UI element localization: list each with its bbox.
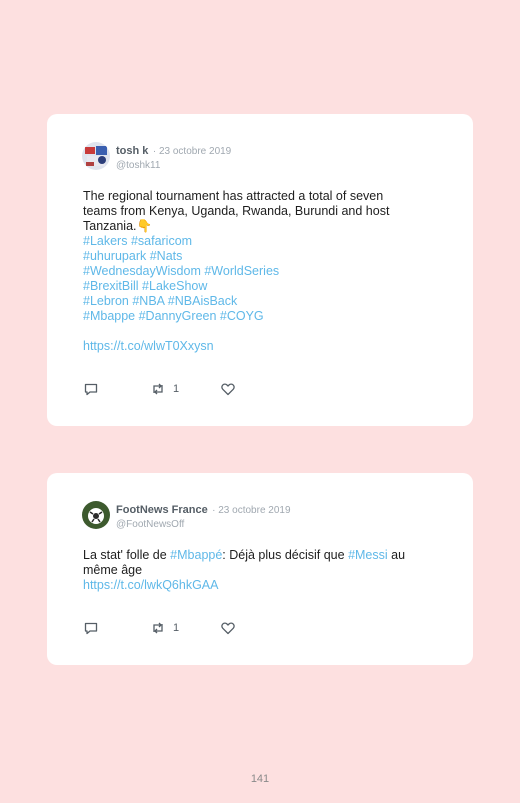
tweet-text-line: Tanzania.👇: [83, 219, 423, 234]
hashtag-mbappe[interactable]: #Mbappé: [170, 548, 222, 562]
hashtag-line[interactable]: #uhurupark #Nats: [83, 249, 423, 264]
hashtag-line[interactable]: #Lakers #safaricom: [83, 234, 423, 249]
tweet-actions: 1: [83, 381, 263, 397]
tweet-card[interactable]: FootNews France · 23 octobre 2019 @FootN…: [47, 473, 473, 665]
author-handle[interactable]: @FootNewsOff: [116, 518, 291, 531]
tweet-text-fragment: La stat' folle de: [83, 548, 171, 562]
tweet-text: The regional tournament has attracted a …: [83, 189, 423, 354]
retweet-count: 1: [173, 622, 180, 634]
reply-icon[interactable]: [83, 620, 99, 636]
hashtag-line[interactable]: #Mbappe #DannyGreen #COYG: [83, 309, 423, 324]
tweet-text-line: The regional tournament has attracted a …: [83, 189, 384, 203]
hashtag-messi[interactable]: #Messi: [348, 548, 388, 562]
tweet-actions: 1: [83, 620, 263, 636]
hashtag-line[interactable]: #WednesdayWisdom #WorldSeries: [83, 264, 423, 279]
retweet-icon[interactable]: [150, 620, 166, 636]
avatar[interactable]: [82, 142, 110, 170]
tweet-link[interactable]: https://t.co/wlwT0Xxysn: [83, 339, 423, 354]
tweet-text-line: teams from Kenya, Uganda, Rwanda, Burund…: [83, 204, 390, 218]
author-name[interactable]: FootNews France: [116, 504, 208, 516]
pointing-down-emoji: 👇: [136, 219, 153, 233]
hashtag-line[interactable]: #BrexitBill #LakeShow: [83, 279, 423, 294]
tweet-text: La stat' folle de #Mbappé: Déjà plus déc…: [83, 548, 423, 593]
tweet-text-fragment: Tanzania.: [83, 219, 137, 233]
tweet-card[interactable]: tosh k · 23 octobre 2019 @toshk11 The re…: [47, 114, 473, 426]
avatar[interactable]: [82, 501, 110, 529]
tweet-text-line: même âge: [83, 563, 143, 577]
retweet-button[interactable]: 1: [150, 620, 179, 636]
tweet-text-fragment: au: [387, 548, 406, 562]
retweet-count: 1: [173, 383, 180, 395]
author-handle[interactable]: @toshk11: [116, 159, 231, 172]
tweet-link[interactable]: https://t.co/lwkQ6hkGAA: [83, 578, 423, 593]
reply-icon[interactable]: [83, 381, 99, 397]
tweet-text-line: La stat' folle de #Mbappé: Déjà plus déc…: [83, 548, 423, 563]
author-name[interactable]: tosh k: [116, 145, 148, 157]
hashtag-line[interactable]: #Lebron #NBA #NBAisBack: [83, 294, 423, 309]
page-number: 141: [250, 773, 270, 785]
tweet-text-fragment: : Déjà plus décisif que: [222, 548, 349, 562]
retweet-button[interactable]: 1: [150, 381, 179, 397]
retweet-icon[interactable]: [150, 381, 166, 397]
like-icon[interactable]: [220, 381, 236, 397]
tweet-date: · 23 octobre 2019: [212, 505, 291, 516]
like-icon[interactable]: [220, 620, 236, 636]
tweet-date: · 23 octobre 2019: [152, 146, 232, 157]
